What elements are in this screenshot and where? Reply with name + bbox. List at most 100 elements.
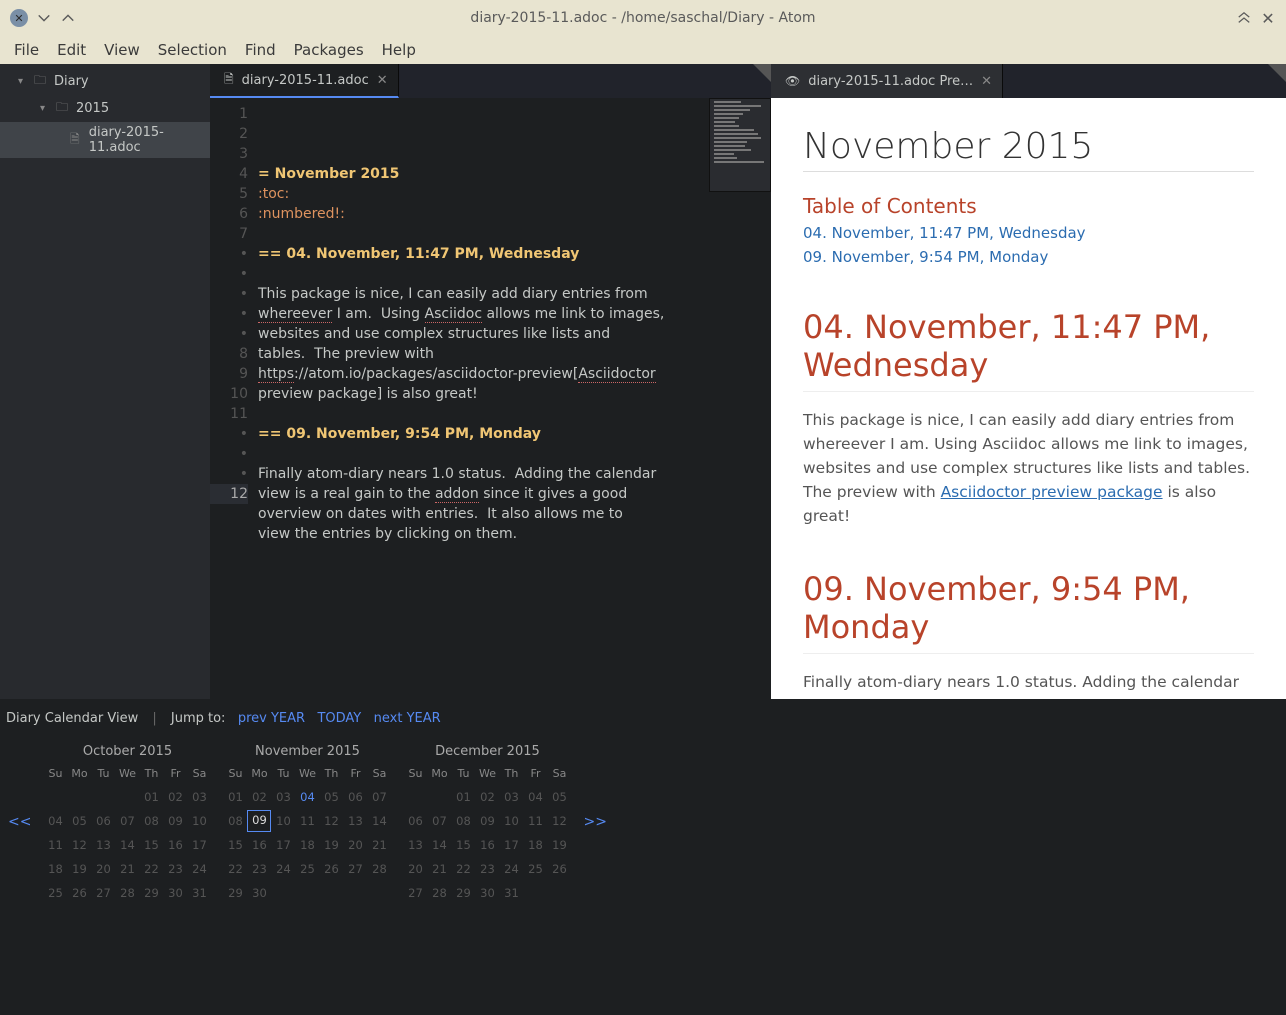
calendar-day[interactable]: 06	[343, 786, 367, 808]
next-year-link[interactable]: next YEAR	[374, 711, 441, 726]
calendar-day[interactable]: 06	[91, 810, 115, 832]
calendar-day[interactable]: 12	[547, 810, 571, 832]
calendar-day[interactable]: 28	[367, 858, 391, 880]
calendar-day[interactable]: 10	[499, 810, 523, 832]
calendar-day[interactable]: 14	[427, 834, 451, 856]
preview-link[interactable]: Asciidoctor preview package	[941, 483, 1163, 501]
prev-month-nav[interactable]: <<	[4, 744, 35, 830]
minimap[interactable]	[709, 98, 771, 192]
tree-root-folder[interactable]: ▾ 🗀 Diary	[0, 68, 210, 95]
tree-file-selected[interactable]: 🗎 diary-2015-11.adoc	[0, 122, 210, 158]
calendar-day[interactable]: 24	[499, 858, 523, 880]
tab-preview[interactable]: 👁 diary-2015-11.adoc Pre… ✕	[771, 64, 1003, 98]
code-line[interactable]	[258, 264, 771, 284]
code-line[interactable]: whereever I am. Using Asciidoc allows me…	[258, 304, 771, 324]
editor-content[interactable]: = November 2015:toc::numbered!:== 04. No…	[258, 98, 771, 699]
code-line[interactable]: overview on dates with entries. It also …	[258, 504, 771, 524]
code-line[interactable]: preview package] is also great!	[258, 384, 771, 404]
calendar-day[interactable]: 29	[223, 882, 247, 904]
calendar-day[interactable]: 26	[67, 882, 91, 904]
calendar-day[interactable]: 03	[271, 786, 295, 808]
collapse-up-icon[interactable]	[1236, 10, 1252, 26]
calendar-day[interactable]: 10	[187, 810, 211, 832]
menu-packages[interactable]: Packages	[294, 41, 364, 59]
calendar-day[interactable]: 05	[547, 786, 571, 808]
calendar-day[interactable]: 14	[115, 834, 139, 856]
toc-link[interactable]: 04. November, 11:47 PM, Wednesday	[803, 224, 1254, 242]
calendar-day[interactable]: 27	[343, 858, 367, 880]
calendar-day[interactable]: 28	[115, 882, 139, 904]
calendar-day[interactable]: 31	[499, 882, 523, 904]
calendar-day[interactable]: 13	[343, 810, 367, 832]
calendar-day[interactable]: 09	[475, 810, 499, 832]
close-window-icon[interactable]: ✕	[10, 9, 28, 27]
menu-view[interactable]: View	[104, 41, 140, 59]
calendar-day[interactable]: 02	[247, 786, 271, 808]
calendar-day[interactable]: 26	[319, 858, 343, 880]
tree-folder-2015[interactable]: ▾ 🗀 2015	[0, 95, 210, 122]
calendar-day[interactable]: 07	[115, 810, 139, 832]
menu-selection[interactable]: Selection	[158, 41, 227, 59]
calendar-day[interactable]: 01	[223, 786, 247, 808]
calendar-day[interactable]: 22	[451, 858, 475, 880]
calendar-day[interactable]: 14	[367, 810, 391, 832]
code-line[interactable]	[258, 544, 771, 564]
calendar-day[interactable]: 07	[427, 810, 451, 832]
calendar-day[interactable]: 17	[187, 834, 211, 856]
calendar-day[interactable]: 18	[523, 834, 547, 856]
calendar-day[interactable]: 15	[451, 834, 475, 856]
calendar-day[interactable]: 25	[523, 858, 547, 880]
code-line[interactable]	[258, 224, 771, 244]
calendar-day[interactable]: 17	[271, 834, 295, 856]
calendar-day[interactable]: 21	[115, 858, 139, 880]
code-line[interactable]: view is a real gain to the addon since i…	[258, 484, 771, 504]
close-icon[interactable]: ✕	[981, 74, 992, 89]
calendar-day[interactable]: 24	[271, 858, 295, 880]
calendar-day[interactable]: 10	[271, 810, 295, 832]
code-line[interactable]: = November 2015	[258, 164, 771, 184]
calendar-day[interactable]: 06	[403, 810, 427, 832]
minimize-icon[interactable]	[36, 10, 52, 26]
calendar-day[interactable]: 04	[43, 810, 67, 832]
calendar-day[interactable]: 29	[139, 882, 163, 904]
calendar-day[interactable]: 30	[475, 882, 499, 904]
calendar-day[interactable]: 25	[295, 858, 319, 880]
code-line[interactable]: == 09. November, 9:54 PM, Monday	[258, 424, 771, 444]
calendar-day[interactable]: 20	[343, 834, 367, 856]
calendar-day[interactable]: 09	[247, 810, 271, 832]
calendar-day[interactable]: 01	[139, 786, 163, 808]
calendar-day[interactable]: 15	[223, 834, 247, 856]
calendar-day[interactable]: 11	[523, 810, 547, 832]
calendar-day[interactable]: 29	[451, 882, 475, 904]
calendar-day[interactable]: 13	[91, 834, 115, 856]
calendar-day[interactable]: 11	[43, 834, 67, 856]
code-line[interactable]: Finally atom-diary nears 1.0 status. Add…	[258, 464, 771, 484]
code-line[interactable]	[258, 444, 771, 464]
calendar-day[interactable]: 13	[403, 834, 427, 856]
calendar-day[interactable]: 23	[163, 858, 187, 880]
calendar-day[interactable]: 24	[187, 858, 211, 880]
calendar-day[interactable]: 12	[319, 810, 343, 832]
calendar-day[interactable]: 08	[223, 810, 247, 832]
calendar-day[interactable]: 03	[499, 786, 523, 808]
calendar-day[interactable]: 27	[91, 882, 115, 904]
calendar-day[interactable]: 04	[295, 786, 319, 808]
calendar-day[interactable]: 25	[43, 882, 67, 904]
code-line[interactable]: This package is nice, I can easily add d…	[258, 284, 771, 304]
menu-edit[interactable]: Edit	[57, 41, 86, 59]
code-line[interactable]: :numbered!:	[258, 204, 771, 224]
menu-help[interactable]: Help	[382, 41, 416, 59]
calendar-day[interactable]: 05	[319, 786, 343, 808]
calendar-day[interactable]: 11	[295, 810, 319, 832]
calendar-day[interactable]: 16	[163, 834, 187, 856]
calendar-day[interactable]: 17	[499, 834, 523, 856]
today-link[interactable]: TODAY	[317, 711, 361, 726]
calendar-day[interactable]: 08	[451, 810, 475, 832]
calendar-day[interactable]: 22	[139, 858, 163, 880]
calendar-day[interactable]: 31	[187, 882, 211, 904]
calendar-day[interactable]: 21	[367, 834, 391, 856]
close-icon[interactable]: ✕	[377, 73, 388, 88]
calendar-day[interactable]: 30	[163, 882, 187, 904]
calendar-day[interactable]: 15	[139, 834, 163, 856]
prev-year-link[interactable]: prev YEAR	[238, 711, 305, 726]
